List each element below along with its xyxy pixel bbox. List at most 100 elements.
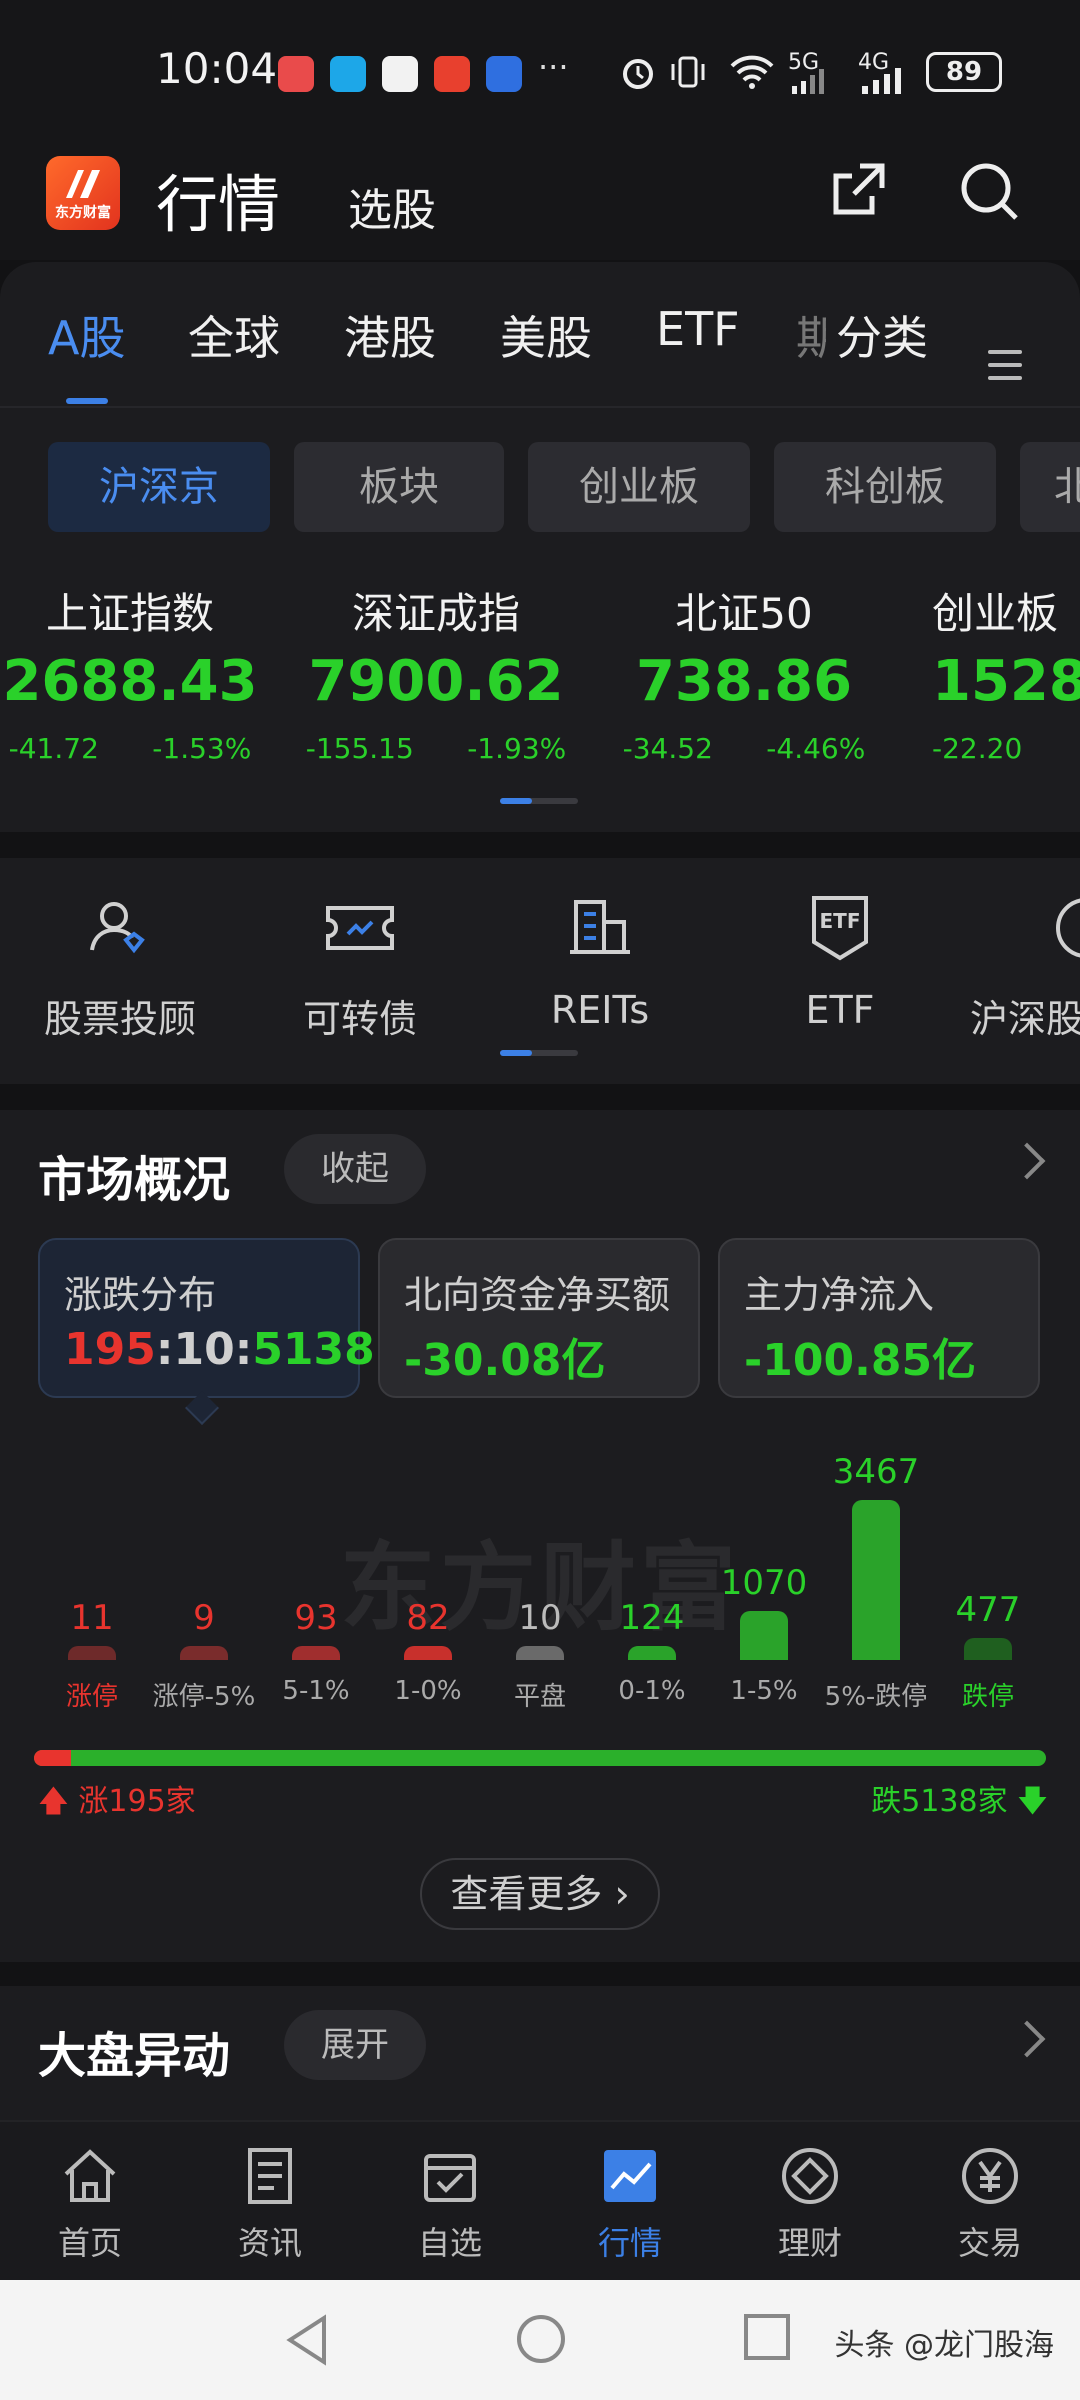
nav-label: 自选 [417,2224,482,2262]
signal-icon [862,68,901,94]
nav-news[interactable]: 资讯 [180,2144,360,2264]
index-name: 北证50 [675,589,813,638]
nav-market[interactable]: 行情 [540,2144,720,2264]
search-icon[interactable] [956,158,1022,224]
index-change: -41.72 -1.53% [8,732,252,765]
distribution-bar [852,1500,900,1660]
watchlist-icon [424,2154,476,2202]
back-icon[interactable] [282,2312,332,2368]
bar-value-label: 477 [955,1589,1021,1630]
nav-wealth[interactable]: 理财 [720,2144,900,2264]
convertible-bond-icon [326,906,394,950]
stock-picker-link[interactable]: 选股 [348,174,436,238]
etf-icon: ETF [812,896,868,961]
rise-count: 🡅 涨195家 [38,1784,196,1819]
rise-fall-ratio-bar [34,1750,1046,1766]
index-name: 创业板 [932,589,1059,638]
wealth-icon [782,2148,838,2204]
chevron-right-icon[interactable] [1008,1142,1046,1180]
quick-item-advisor[interactable]: 股票投顾 [10,888,230,1043]
clock: 10:04 [156,44,278,93]
system-nav-bar: 头条 @龙门股海 [0,2280,1080,2400]
tab-hk[interactable]: 港股 [344,302,436,368]
chip-star[interactable]: 科创板 [774,442,996,532]
collapse-button[interactable]: 收起 [284,1134,426,1204]
card-value: -100.85亿 [744,1335,977,1386]
bar-value-label: 1070 [720,1562,808,1603]
index-bse50[interactable]: 北证50 738.86 -34.52 -4.46% [594,580,894,765]
bar-value-label: 3467 [832,1452,920,1492]
chip-chinext[interactable]: 创业板 [528,442,750,532]
market-chart-icon [604,2150,656,2202]
card-label: 涨跌分布 [64,1273,217,1317]
index-name: 上证指数 [45,589,214,638]
chip-beijing[interactable]: 北 [1020,442,1080,532]
tab-indicator [66,398,108,404]
tab-etf[interactable]: ETF [656,302,740,356]
distribution-bar [292,1646,340,1660]
tab-a-share[interactable]: A股 [48,302,125,368]
share-icon[interactable] [826,158,890,222]
quick-item-shsz[interactable]: 沪深股 [960,888,1080,1043]
section-title: 市场概况 [38,1152,231,1208]
distribution-bar [404,1646,452,1660]
bar-value-label: 93 [294,1598,338,1638]
index-scroll-indicator [500,798,578,804]
tab-us[interactable]: 美股 [500,302,592,368]
index-chinext[interactable]: 创业板 1528 -22.20 [900,580,1080,765]
nav-label: 资讯 [237,2224,302,2262]
tab-futures[interactable]: 期 [796,302,826,368]
home-circle-icon[interactable] [514,2312,568,2366]
quick-item-reits[interactable]: REITs [490,888,710,1032]
brand-name: 东方财富 [55,205,111,221]
app-logo[interactable]: 东方财富 [46,156,120,230]
nav-label: 理财 [777,2224,842,2262]
signal-icon [792,69,824,94]
view-more-button[interactable]: 查看更多 › [420,1858,660,1930]
tab-menu-icon[interactable] [988,350,1022,380]
quick-item-etf[interactable]: ETF ETF [730,888,950,1032]
index-change: -22.20 [932,732,1023,765]
main-inflow-card[interactable]: 主力净流入 -100.85亿 [718,1238,1040,1398]
index-change: -34.52 -4.46% [622,732,866,765]
etf-icon [1056,898,1080,958]
index-szse[interactable]: 深证成指 7900.62 -155.15 -1.93% [286,580,586,765]
distribution-bar [964,1637,1012,1660]
recents-icon[interactable] [742,2312,792,2362]
section-title: 大盘异动 [38,2028,231,2084]
card-value: -30.08亿 [404,1335,606,1386]
app-header: 东方财富 行情 选股 [0,140,1080,260]
chevron-right-icon[interactable] [1008,2020,1046,2058]
nav-watchlist[interactable]: 自选 [360,2144,540,2264]
page-title: 行情 [156,168,281,241]
distribution-bar [516,1646,564,1660]
chip-shszbj[interactable]: 沪深京 [48,442,270,532]
index-sse[interactable]: 上证指数 2688.43 -41.72 -1.53% [0,580,280,765]
nav-trade[interactable]: 交易 [900,2144,1080,2264]
wifi-icon [730,55,774,89]
nav-home[interactable]: 首页 [0,2144,180,2264]
expand-button[interactable]: 展开 [284,2010,426,2080]
market-panel: A股 全球 港股 美股 ETF 期 分类 沪深京 板块 创业板 科创板 北 上证… [0,262,1080,832]
index-value: 2688.43 [2,649,258,714]
bar-value-label: 124 [619,1598,685,1638]
quick-item-label: 股票投顾 [43,997,196,1041]
distribution-bar [68,1646,116,1660]
divider [0,406,1080,408]
tab-category[interactable]: 分类 [836,302,928,368]
card-value: 195:10:5138 [64,1324,375,1375]
northbound-card[interactable]: 北向资金净买额 -30.08亿 [378,1238,700,1398]
reits-icon [570,900,630,954]
rise-fall-card[interactable]: 涨跌分布 195:10:5138 [38,1238,375,1398]
brand-mark-icon [66,170,100,198]
quick-item-convertible[interactable]: 可转债 [250,888,470,1043]
tab-global[interactable]: 全球 [188,302,280,368]
card-label: 北向资金净买额 [404,1273,671,1317]
distribution-bar [740,1610,788,1660]
calendar-app-icon [382,56,418,92]
news-app-icon [434,56,470,92]
alarm-icon [623,59,653,89]
bar-value-label: 11 [70,1598,114,1638]
yuan-icon [962,2148,1018,2204]
chip-sector[interactable]: 板块 [294,442,504,532]
